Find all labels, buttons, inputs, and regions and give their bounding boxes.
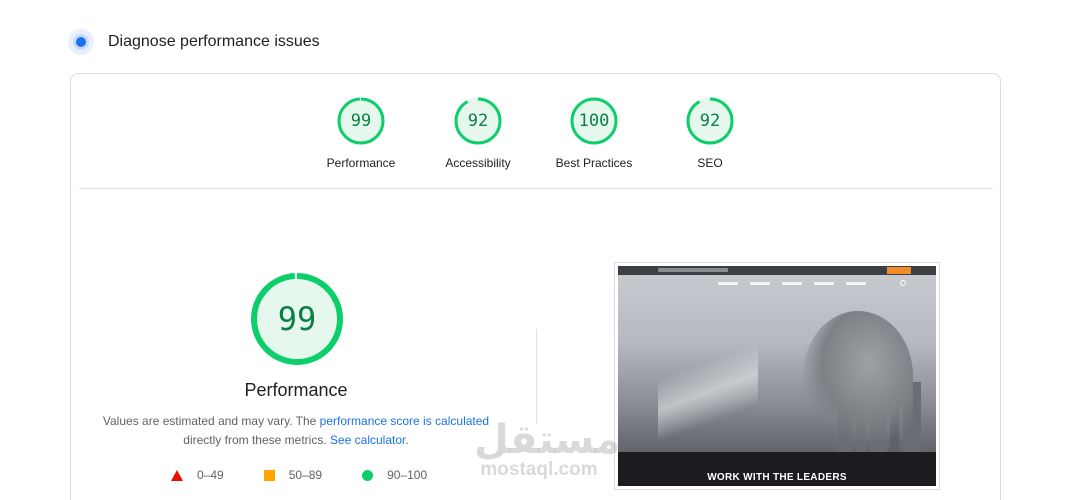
best-practices-gauge: 100 xyxy=(569,96,619,146)
performance-main-score: 99 xyxy=(277,300,317,338)
legend-pass-range: 90–100 xyxy=(387,468,428,482)
category-best-practices[interactable]: 100 Best Practices xyxy=(534,96,654,170)
performance-description: Values are estimated and may vary. The p… xyxy=(91,412,501,450)
screenshot-image: WORK WITH THE LEADERS xyxy=(618,266,936,486)
see-calculator-link[interactable]: See calculator xyxy=(330,433,405,447)
screenshot-nav xyxy=(718,282,878,285)
score-calculated-link[interactable]: performance score is calculated xyxy=(320,414,489,428)
section-title: Diagnose performance issues xyxy=(108,33,320,50)
accessibility-score: 92 xyxy=(467,111,489,131)
legend-average: 50–89 xyxy=(263,468,323,482)
legend-pass: 90–100 xyxy=(362,468,427,482)
score-legend: 0–49 50–89 90–100 xyxy=(171,467,467,483)
performance-label: Performance xyxy=(326,156,396,170)
category-scores: 99 Performance 92 Accessibility 100 Best… xyxy=(71,96,1000,176)
screenshot-headline: WORK WITH THE LEADERS xyxy=(707,472,847,483)
accessibility-label: Accessibility xyxy=(445,156,511,170)
circle-icon xyxy=(362,469,374,481)
seo-label: SEO xyxy=(697,156,723,170)
accessibility-gauge: 92 xyxy=(453,96,503,146)
screenshot-person xyxy=(803,311,913,441)
divider xyxy=(79,188,993,189)
best-practices-score: 100 xyxy=(578,111,610,131)
screenshot-road xyxy=(658,332,758,452)
vertical-divider xyxy=(536,329,537,424)
search-icon xyxy=(900,280,906,286)
watermark-latin: mostaql.com xyxy=(480,459,598,480)
seo-score: 92 xyxy=(699,111,721,131)
watermark-arabic: مستقل xyxy=(474,417,621,463)
screenshot-topbar xyxy=(618,266,936,275)
best-practices-label: Best Practices xyxy=(555,156,633,170)
performance-main-gauge: 99 xyxy=(249,271,345,367)
desc-end: . xyxy=(405,433,409,447)
triangle-icon xyxy=(171,469,183,481)
performance-gauge: 99 xyxy=(336,96,386,146)
category-performance[interactable]: 99 Performance xyxy=(301,96,421,170)
page-screenshot: WORK WITH THE LEADERS xyxy=(614,262,940,490)
legend-fail-range: 0–49 xyxy=(197,468,224,482)
watermark: مستقل mostaql.com xyxy=(474,417,621,480)
legend-fail: 0–49 xyxy=(171,468,224,482)
category-accessibility[interactable]: 92 Accessibility xyxy=(418,96,538,170)
legend-average-range: 50–89 xyxy=(288,468,323,482)
performance-main-title: Performance xyxy=(244,380,348,400)
square-icon xyxy=(263,469,275,481)
desc-text: Values are estimated and may vary. The xyxy=(102,414,320,428)
category-seo[interactable]: 92 SEO xyxy=(650,96,770,170)
performance-score: 99 xyxy=(350,111,372,131)
seo-gauge: 92 xyxy=(685,96,735,146)
desc-text-2: directly from these metrics. xyxy=(183,433,330,447)
lighthouse-icon xyxy=(68,29,94,55)
section-header: Diagnose performance issues xyxy=(68,28,320,56)
